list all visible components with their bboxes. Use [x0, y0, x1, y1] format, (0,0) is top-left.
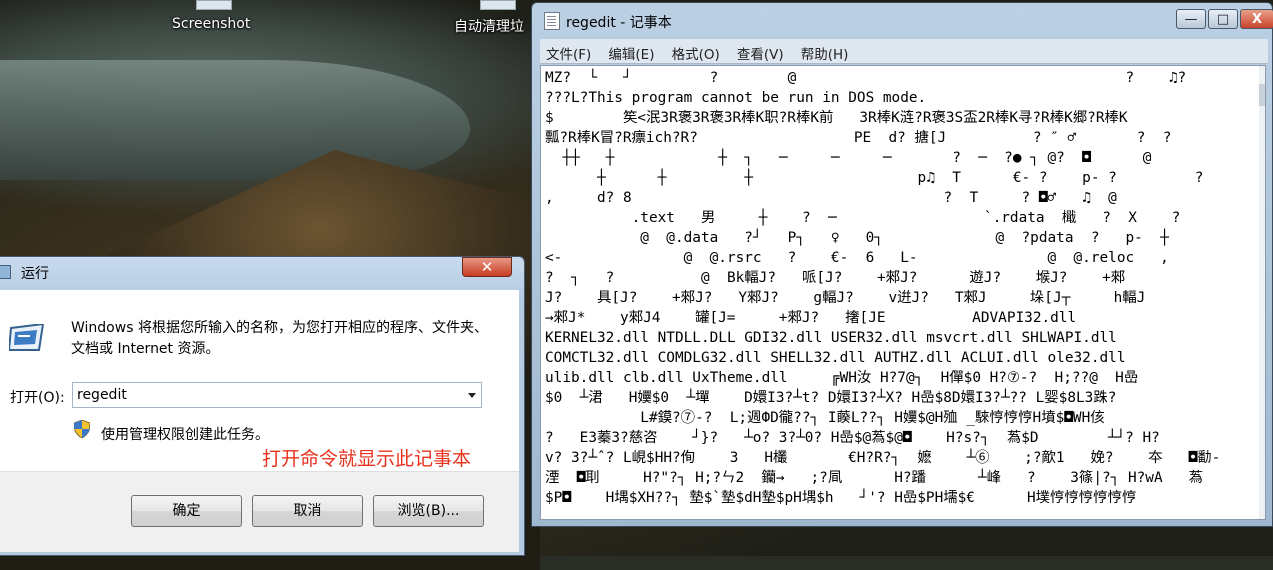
- menu-file[interactable]: 文件(F): [540, 39, 597, 63]
- desktop-icon-label-screenshot[interactable]: Screenshot: [172, 16, 250, 32]
- admin-privilege-text: 使用管理权限创建此任务。: [101, 427, 269, 443]
- notepad-icon: [544, 12, 560, 30]
- open-input-value[interactable]: regedit: [77, 387, 127, 403]
- maximize-button[interactable]: □: [1208, 9, 1238, 29]
- close-button[interactable]: X: [1240, 9, 1273, 29]
- menu-edit[interactable]: 编辑(E): [602, 39, 660, 63]
- chevron-down-icon[interactable]: [468, 393, 476, 398]
- minimize-button[interactable]: —: [1176, 9, 1206, 29]
- menu-format[interactable]: 格式(O): [666, 39, 726, 63]
- desktop-icon-label-cleanup[interactable]: 自动清理垃: [454, 16, 524, 36]
- menu-view[interactable]: 查看(V): [731, 39, 790, 63]
- annotation-text: 打开命令就显示此记事本: [262, 448, 472, 470]
- notepad-window: regedit - 记事本 — □ X 文件(F) 编辑(E) 格式(O) 查看…: [531, 2, 1273, 527]
- vertical-scrollbar[interactable]: [1259, 66, 1265, 519]
- run-dialog-body: Windows 将根据您所输入的名称，为您打开相应的程序、文件夹、文档或 Int…: [0, 290, 519, 552]
- run-title-icon: [0, 265, 11, 279]
- notepad-titlebar[interactable]: regedit - 记事本 — □ X: [536, 5, 1273, 35]
- run-dialog-title: 运行: [21, 266, 49, 282]
- cancel-button[interactable]: 取消: [252, 495, 363, 527]
- lake-scenery: [0, 60, 470, 180]
- browse-button[interactable]: 浏览(B)...: [373, 495, 484, 527]
- run-dialog: 运行 ✕ Windows 将根据您所输入的名称，为您打开相应的程序、文件夹、文档…: [0, 256, 525, 556]
- run-close-button[interactable]: ✕: [462, 257, 512, 277]
- menu-help[interactable]: 帮助(H): [795, 39, 855, 63]
- open-combobox[interactable]: regedit: [72, 382, 482, 408]
- ok-button[interactable]: 确定: [131, 495, 242, 527]
- run-program-icon: [9, 324, 45, 351]
- run-description: Windows 将根据您所输入的名称，为您打开相应的程序、文件夹、文档或 Int…: [71, 320, 488, 357]
- screenshot-desktop-icon[interactable]: [196, 0, 232, 10]
- notepad-title: regedit - 记事本: [566, 15, 672, 31]
- notepad-menubar: 文件(F) 编辑(E) 格式(O) 查看(V) 帮助(H): [540, 39, 1268, 64]
- open-label: 打开(O):: [10, 390, 65, 406]
- scrollbar-thumb[interactable]: [1259, 84, 1265, 106]
- notepad-text-area[interactable]: MZ? └ ┘ ? @ ? ♫? ???L?This program canno…: [540, 65, 1266, 520]
- notepad-content[interactable]: MZ? └ ┘ ? @ ? ♫? ???L?This program canno…: [541, 66, 1265, 510]
- uac-shield-icon: [74, 420, 90, 438]
- cleanup-desktop-icon[interactable]: [480, 0, 516, 10]
